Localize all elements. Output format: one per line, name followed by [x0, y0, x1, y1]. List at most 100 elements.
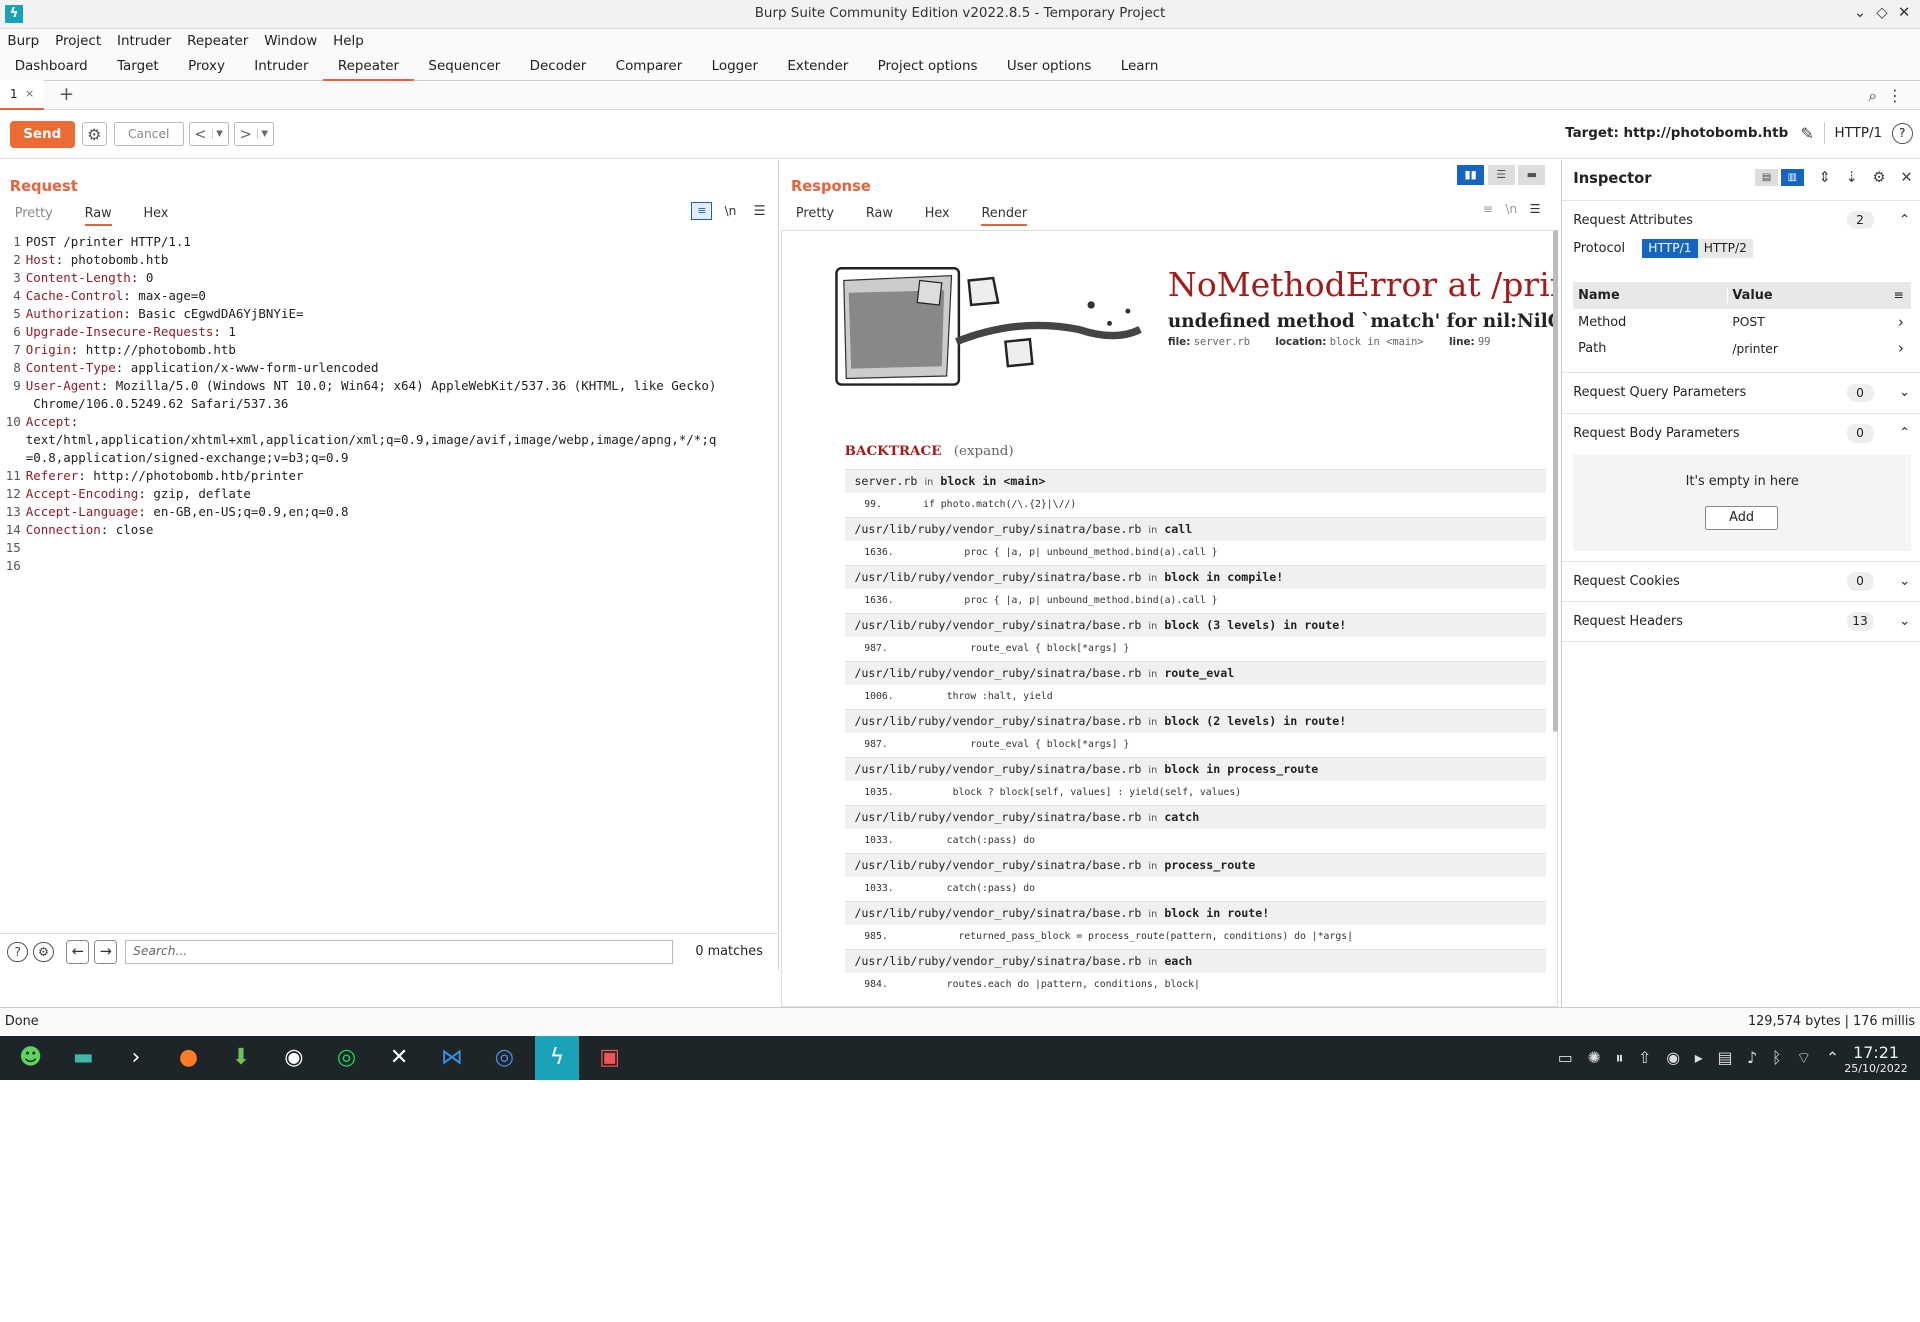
terminal-tray-icon[interactable]: ▸ [1695, 1048, 1703, 1068]
tab-dashboard[interactable]: Dashboard [0, 59, 102, 80]
layout-stacked-icon[interactable]: ☰ [1487, 165, 1515, 185]
section-headers[interactable]: Request Headers 13 ⌄ [1562, 601, 1920, 642]
http2-toggle[interactable]: HTTP/2 [1697, 238, 1754, 258]
table-row[interactable]: Path/printer › [1573, 336, 1911, 363]
layout-tabs-icon[interactable]: ▬ [1518, 165, 1546, 185]
search-input[interactable]: Search... [124, 940, 674, 964]
burp-icon[interactable]: ϟ [534, 1035, 580, 1080]
section-query-params[interactable]: Request Query Parameters 0 ⌄ [1562, 372, 1920, 412]
more-menu-icon[interactable]: ⋮ [1887, 86, 1913, 105]
menu-project[interactable]: Project [55, 34, 101, 49]
editor-line[interactable]: User-Agent: Mozilla/5.0 (Windows NT 10.0… [26, 377, 767, 395]
editor-line[interactable]: =0.8,application/signed-exchange;v=b3;q=… [26, 449, 767, 467]
editor-line[interactable]: Cache-Control: max-age=0 [26, 287, 767, 305]
volume-icon[interactable]: ♪ [1747, 1048, 1757, 1068]
backtrace-frame[interactable]: server.rb in block in <main> [844, 468, 1547, 493]
hamburger-menu-icon[interactable]: ☰ [753, 204, 765, 219]
menu-burp[interactable]: Burp [7, 34, 39, 49]
edit-pencil-icon[interactable]: ✎ [1800, 124, 1813, 143]
editor-line[interactable]: Chrome/106.0.5249.62 Safari/537.36 [26, 395, 767, 413]
tab-decoder[interactable]: Decoder [515, 59, 601, 80]
editor-line[interactable]: text/html,application/xhtml+xml,applicat… [26, 431, 767, 449]
screenshot-icon[interactable]: ▣ [588, 1036, 632, 1080]
tab-extender[interactable]: Extender [773, 59, 863, 80]
download-icon[interactable]: ⬇ [219, 1036, 263, 1080]
tab-learn[interactable]: Learn [1106, 59, 1173, 80]
editor-line[interactable]: POST /printer HTTP/1.1 [26, 233, 767, 251]
close-tab-icon[interactable]: × [25, 87, 34, 100]
backtrace-frame[interactable]: /usr/lib/ruby/vendor_ruby/sinatra/base.r… [844, 900, 1547, 925]
tab-target[interactable]: Target [102, 59, 173, 80]
repeater-tab-1[interactable]: 1 × [0, 80, 45, 110]
history-back-button[interactable]: < ▼ [188, 121, 229, 147]
editor-line[interactable]: Origin: http://photobomb.htb [26, 341, 767, 359]
previous-match-icon[interactable]: ← [66, 940, 90, 964]
next-match-icon[interactable]: → [94, 940, 118, 964]
bluetooth-icon[interactable]: ᛒ [1772, 1048, 1782, 1068]
vscode-icon[interactable]: ⋈ [430, 1036, 474, 1080]
help-icon[interactable]: ? [1891, 123, 1913, 144]
editor-line[interactable]: Accept-Language: en-GB,en-US;q=0.9,en;q=… [26, 503, 767, 521]
history-forward-button[interactable]: > ▼ [233, 121, 274, 147]
hamburger-menu-icon[interactable]: ☰ [1529, 202, 1540, 216]
pause-icon[interactable]: ⏸ [1616, 1048, 1624, 1068]
dropdown-icon[interactable]: ▼ [211, 129, 223, 140]
chevron-up-icon[interactable]: ⌃ [1899, 426, 1910, 441]
backtrace-frame[interactable]: /usr/lib/ruby/vendor_ruby/sinatra/base.r… [844, 756, 1547, 781]
section-cookies[interactable]: Request Cookies 0 ⌄ [1562, 560, 1920, 601]
settings-gear-icon[interactable]: ⚙ [1873, 169, 1886, 186]
backtrace-frame[interactable]: /usr/lib/ruby/vendor_ruby/sinatra/base.r… [844, 708, 1547, 733]
backtrace-frame[interactable]: /usr/lib/ruby/vendor_ruby/sinatra/base.r… [844, 852, 1547, 877]
tab-proxy[interactable]: Proxy [173, 59, 239, 80]
send-button[interactable]: Send [9, 120, 75, 148]
wrap-icon[interactable]: ≡ [691, 202, 713, 221]
chevron-up-icon[interactable]: ⌃ [1899, 213, 1910, 228]
file-manager-icon[interactable]: ▬ [61, 1036, 105, 1080]
terminal-icon[interactable]: › [114, 1036, 158, 1080]
tab-hex[interactable]: Hex [143, 206, 168, 227]
chevron-down-icon[interactable]: ⌄ [1899, 614, 1910, 629]
section-request-attributes[interactable]: Request Attributes 2 ⌃ [1562, 199, 1920, 240]
inspector-layout-1-icon[interactable]: ▤ [1754, 168, 1779, 187]
dropdown-icon[interactable]: ▼ [256, 129, 268, 140]
steam-icon[interactable]: ◉ [272, 1036, 316, 1080]
backtrace-frame[interactable]: /usr/lib/ruby/vendor_ruby/sinatra/base.r… [844, 804, 1547, 829]
clock[interactable]: 17:21 25/10/2022 [1844, 1043, 1908, 1075]
http1-toggle[interactable]: HTTP/1 [1642, 238, 1698, 258]
chevron-down-icon[interactable]: ⌄ [1899, 574, 1910, 589]
spotify-icon[interactable]: ◎ [324, 1036, 368, 1080]
steam-tray-icon[interactable]: ◉ [1666, 1048, 1680, 1068]
chevron-right-icon[interactable]: › [1898, 340, 1904, 357]
tab-intruder[interactable]: Intruder [240, 59, 324, 80]
layout-side-by-side-icon[interactable]: ▮▮ [1457, 165, 1485, 185]
editor-line[interactable]: Host: photobomb.htb [26, 251, 767, 269]
chevron-right-icon[interactable]: › [1898, 314, 1904, 331]
tab-render[interactable]: Render [981, 206, 1028, 227]
tab-repeater[interactable]: Repeater [323, 59, 414, 82]
search-icon[interactable]: ⌕ [1868, 86, 1887, 105]
section-body-params[interactable]: Request Body Parameters 0 ⌃ [1562, 412, 1920, 453]
wrap-icon[interactable]: ≡ [1894, 288, 1904, 302]
protocol-label[interactable]: HTTP/1 [1835, 126, 1883, 141]
maximize-icon[interactable]: ◇ [1871, 4, 1893, 21]
backtrace-frame[interactable]: /usr/lib/ruby/vendor_ruby/sinatra/base.r… [844, 564, 1547, 589]
close-icon[interactable]: ✕ [1893, 4, 1915, 21]
tab-hex[interactable]: Hex [925, 206, 950, 227]
minimize-icon[interactable]: ⌄ [1849, 4, 1871, 21]
cancel-button[interactable]: Cancel [113, 121, 184, 147]
settings-gear-icon[interactable]: ⚙ [33, 941, 54, 963]
wifi-icon[interactable]: ⌔ [1796, 1048, 1811, 1068]
backtrace-frame[interactable]: /usr/lib/ruby/vendor_ruby/sinatra/base.r… [844, 516, 1547, 541]
expand-link[interactable]: (expand) [954, 444, 1014, 459]
add-tab-icon[interactable]: + [59, 84, 74, 105]
request-editor[interactable]: 1 POST /printer HTTP/1.1 2 Host: photobomb.… [0, 229, 779, 933]
settings-gear-icon[interactable]: ⚙ [82, 121, 107, 147]
inspector-layout-2-icon[interactable]: ▥ [1780, 168, 1804, 187]
tab-raw[interactable]: Raw [84, 206, 112, 227]
alien-launcher-icon[interactable]: ☻ [9, 1036, 53, 1080]
tab-raw[interactable]: Raw [866, 206, 893, 227]
help-icon[interactable]: ? [7, 941, 29, 963]
table-row[interactable]: Method POST › [1573, 309, 1911, 336]
tab-comparer[interactable]: Comparer [601, 59, 697, 80]
newline-toggle[interactable]: \n [724, 204, 736, 218]
